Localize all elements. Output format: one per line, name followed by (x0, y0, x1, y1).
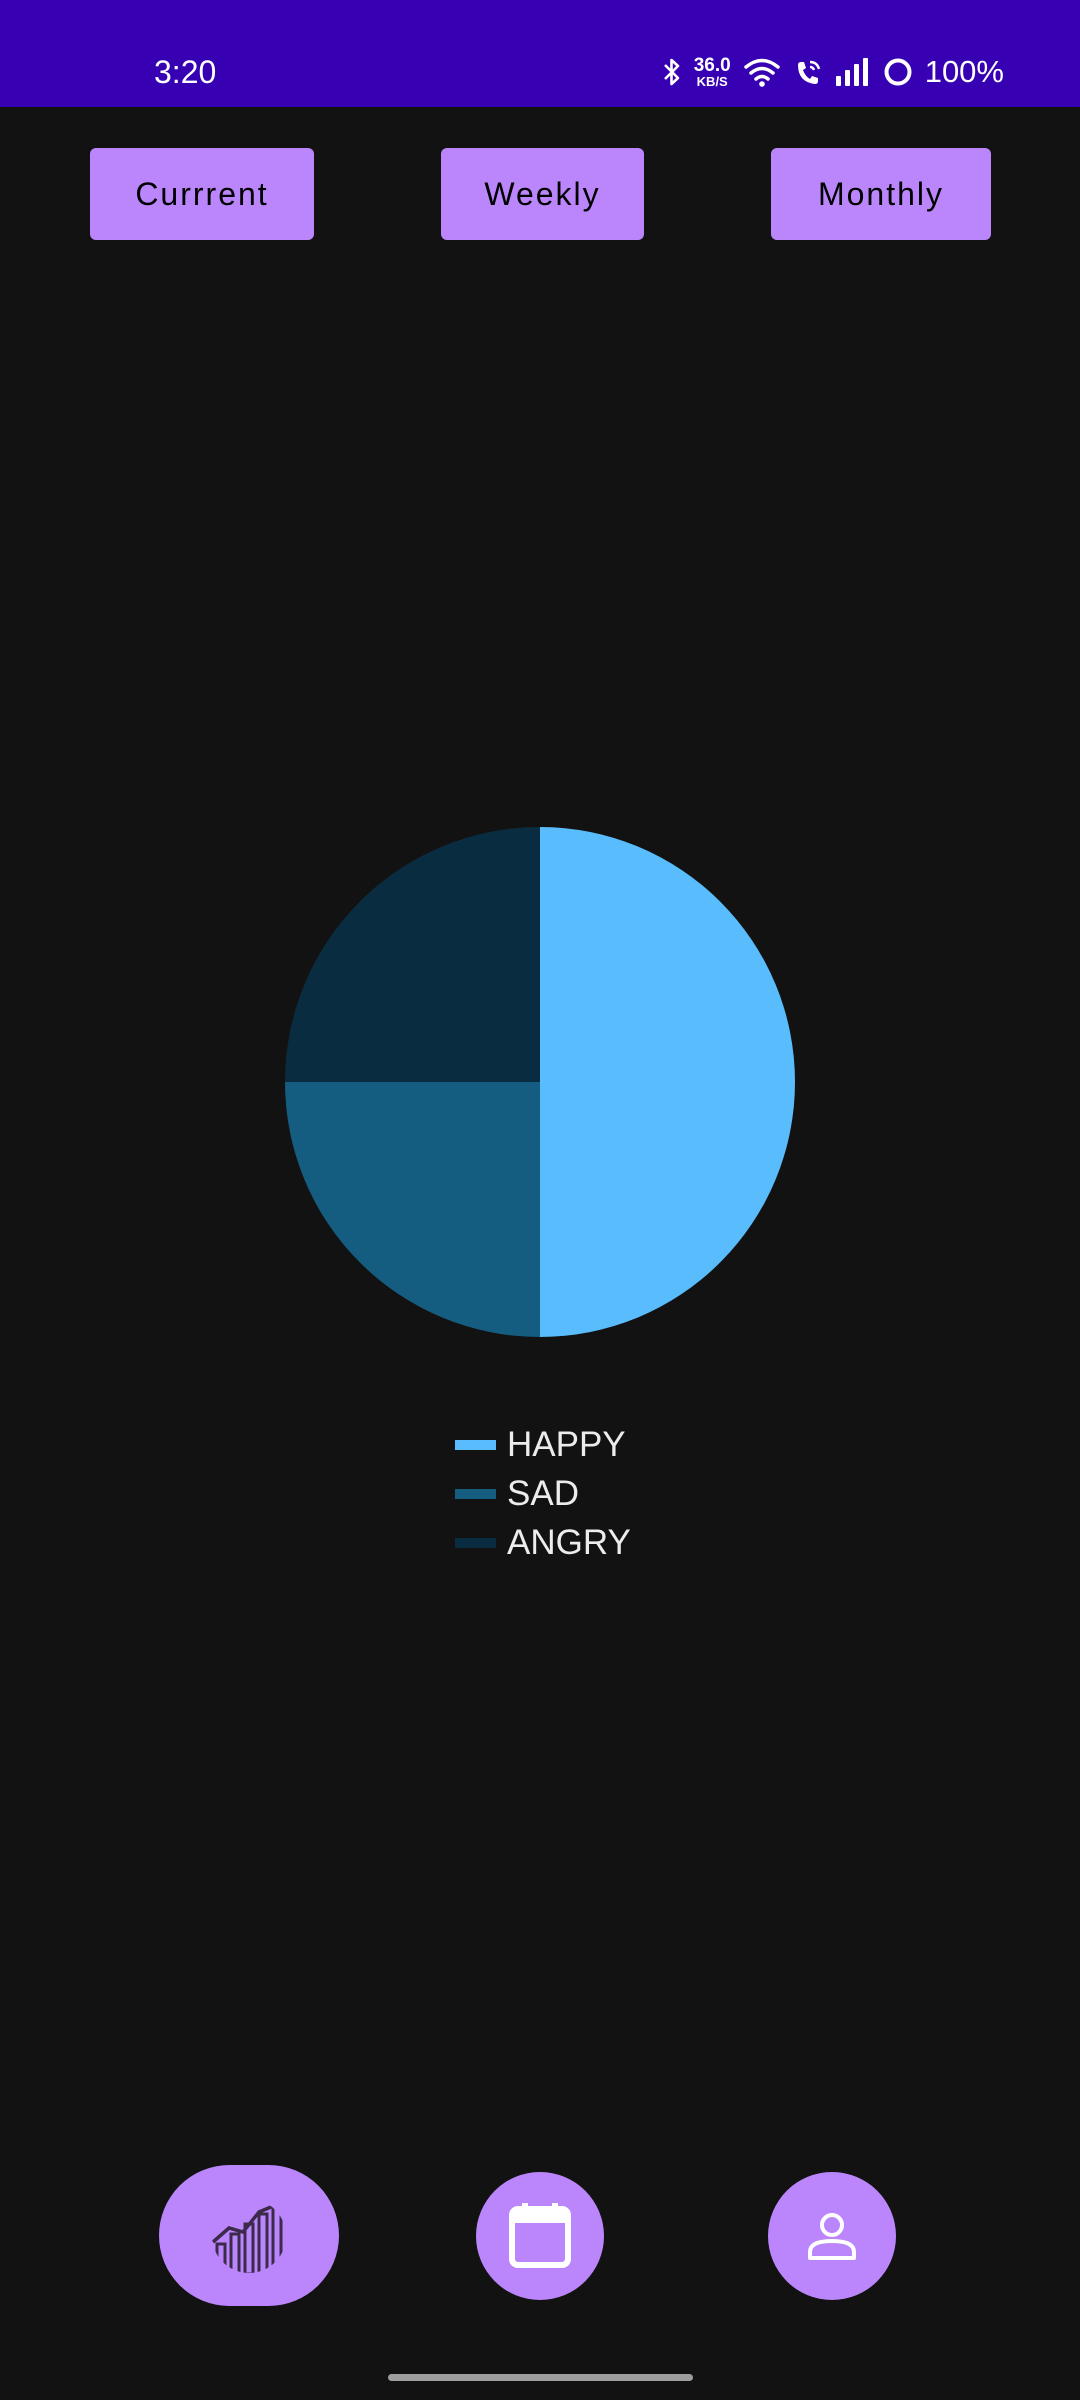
battery-ring-icon (884, 58, 912, 86)
legend-item-happy: HAPPY (455, 1420, 631, 1469)
legend-label: ANGRY (507, 1522, 631, 1562)
signal-icon (835, 58, 868, 86)
mood-pie-chart (285, 827, 795, 1337)
pie-slice-sad (285, 1082, 540, 1337)
status-icons: 36.0 KB/S 100% (662, 50, 1004, 94)
legend-item-sad: SAD (455, 1469, 631, 1518)
pie-slice-happy (540, 827, 795, 1337)
stats-chart-icon (212, 2199, 284, 2273)
nav-profile-button[interactable] (768, 2172, 896, 2300)
legend-swatch (455, 1488, 496, 1499)
current-button[interactable]: Currrent (90, 148, 314, 240)
network-speed-value: 36.0 (693, 55, 731, 76)
calendar-icon (509, 2203, 571, 2268)
person-icon (808, 2213, 856, 2260)
status-time: 3:20 (154, 54, 217, 90)
nav-calendar-button[interactable] (476, 2172, 604, 2300)
nav-stats-button[interactable] (159, 2165, 339, 2306)
chart-legend: HAPPY SAD ANGRY (455, 1420, 631, 1567)
legend-item-angry: ANGRY (455, 1518, 631, 1567)
wifi-icon (743, 58, 780, 87)
home-indicator[interactable] (388, 2374, 693, 2381)
battery-level: 100% (924, 54, 1004, 89)
pie-slice-angry (285, 827, 540, 1082)
network-speed: 36.0 KB/S (694, 56, 731, 88)
legend-label: SAD (507, 1473, 579, 1513)
status-bar: 3:20 36.0 KB/S 100% (0, 0, 1080, 107)
legend-label: HAPPY (507, 1424, 626, 1464)
legend-swatch (455, 1439, 496, 1450)
weekly-button[interactable]: Weekly (441, 148, 644, 240)
legend-swatch (455, 1537, 496, 1548)
monthly-button[interactable]: Monthly (771, 148, 991, 240)
wifi-calling-icon (797, 60, 820, 84)
bluetooth-icon (663, 58, 680, 86)
network-speed-unit: KB/S (696, 74, 728, 89)
